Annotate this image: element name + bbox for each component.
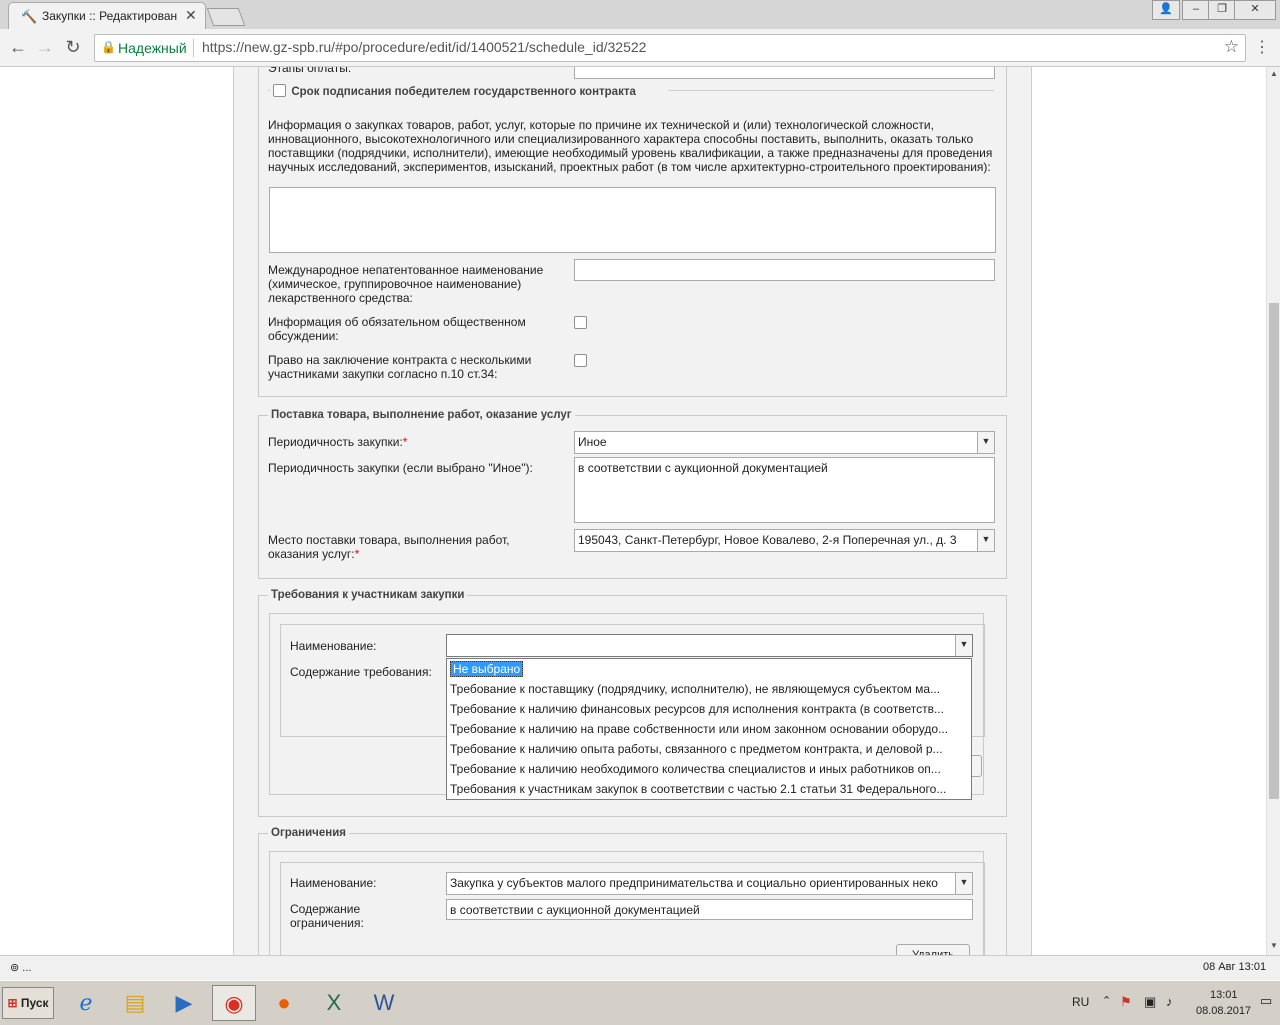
requirement-content-label: Содержание требования: <box>290 665 432 679</box>
periodicity-select[interactable]: Иное ▼ <box>574 431 995 454</box>
contract-signing-checkbox[interactable] <box>273 84 286 97</box>
browser-menu-icon[interactable]: ⋮ <box>1254 37 1270 57</box>
restriction-content-label: Содержание ограничения: <box>290 902 364 930</box>
clock-time[interactable]: 13:01 <box>1210 989 1238 1001</box>
restriction-content-field[interactable]: в соответствии с аукционной документацие… <box>446 899 973 920</box>
address-separator <box>193 39 194 57</box>
dropdown-option[interactable]: Требование к наличию опыта работы, связа… <box>450 741 968 757</box>
tray-expand-icon[interactable]: ⌃ <box>1102 994 1111 1007</box>
periodicity-label-text: Периодичность закупки: <box>268 435 403 449</box>
inn-label: Международное непатентованное наименован… <box>268 263 544 305</box>
multi-participants-checkbox[interactable] <box>574 354 587 367</box>
start-button[interactable]: ⊞ Пуск <box>2 987 54 1019</box>
close-window-icon[interactable]: ✕ <box>1234 0 1276 20</box>
tab-title: Закупки :: Редактирован <box>42 9 178 23</box>
windows-logo-icon: ⊞ <box>7 996 18 1010</box>
requirement-name-label: Наименование: <box>290 639 377 653</box>
chevron-down-icon[interactable]: ▼ <box>955 635 972 656</box>
status-datetime: 08 Авг 13:01 <box>1203 961 1267 973</box>
file-explorer-icon[interactable]: ▤ <box>113 985 157 1021</box>
scrollbar-thumb[interactable] <box>1269 303 1279 799</box>
word-icon[interactable]: W <box>362 985 406 1021</box>
bookmark-star-icon[interactable]: ☆ <box>1224 37 1239 57</box>
network-icon[interactable]: ▣ <box>1144 994 1156 1010</box>
excel-icon[interactable]: X <box>312 985 356 1021</box>
close-tab-icon[interactable]: ✕ <box>185 7 197 24</box>
page-viewport: Этапы оплаты: Срок подписания победителе… <box>0 67 1266 955</box>
periodicity-other-textarea[interactable]: в соответствии с аукционной документацие… <box>574 457 995 523</box>
requirement-name-select[interactable]: ▼ <box>446 634 973 657</box>
taskbar: ⊞ Пуск ℯ ▤ ▶ ◉ ● X W RU ⌃ ⚑ ▣ ♪ 13:01 08… <box>0 980 1280 1025</box>
contract-signing-legend: Срок подписания победителем государствен… <box>270 84 668 98</box>
gavel-icon: 🔨 <box>21 9 38 24</box>
place-select[interactable]: 195043, Санкт-Петербург, Новое Ковалево,… <box>574 529 995 552</box>
restriction-name-select[interactable]: Закупка у субъектов малого предпринимате… <box>446 872 973 895</box>
place-value: 195043, Санкт-Петербург, Новое Ковалево,… <box>578 533 957 547</box>
page-scrollbar[interactable]: ▲ ▼ <box>1266 67 1280 955</box>
lock-icon: 🔒 <box>101 40 116 54</box>
minimize-icon[interactable]: – <box>1182 0 1210 20</box>
clock-date[interactable]: 08.08.2017 <box>1196 1005 1251 1017</box>
browser-toolbar: ← → ↻ 🔒 Надежный https://new.gz-spb.ru/#… <box>0 29 1280 67</box>
required-marker: * <box>354 547 360 561</box>
restriction-name-value: Закупка у субъектов малого предпринимате… <box>450 876 938 890</box>
status-text: ⊚ ... <box>10 962 32 974</box>
internet-explorer-icon[interactable]: ℯ <box>64 985 108 1021</box>
delivery-legend: Поставка товара, выполнение работ, оказа… <box>271 409 572 421</box>
browser-tab[interactable]: 🔨 Закупки :: Редактирован ✕ <box>8 2 206 30</box>
special-info-textarea[interactable] <box>269 187 996 253</box>
system-tray: RU ⌃ ⚑ ▣ ♪ 13:01 08.08.2017 ▭ <box>1072 985 1278 1021</box>
volume-icon[interactable]: ♪ <box>1166 994 1173 1009</box>
restore-icon[interactable]: ❐ <box>1208 0 1236 20</box>
firefox-icon[interactable]: ● <box>262 985 306 1021</box>
dropdown-option[interactable]: Не выбрано <box>450 661 968 677</box>
dropdown-option[interactable]: Требование к наличию на праве собственно… <box>450 721 968 737</box>
restrictions-legend: Ограничения <box>271 827 346 839</box>
inn-field[interactable] <box>574 259 995 281</box>
secure-label: Надежный <box>118 40 187 56</box>
scroll-down-icon[interactable]: ▼ <box>1270 941 1278 950</box>
media-player-icon[interactable]: ▶ <box>162 985 206 1021</box>
periodicity-label: Периодичность закупки:* <box>268 435 407 449</box>
flag-icon[interactable]: ⚑ <box>1120 994 1132 1010</box>
requirement-dropdown-list: Не выбрано Требование к поставщику (подр… <box>446 658 972 800</box>
chevron-down-icon[interactable]: ▼ <box>955 873 972 894</box>
dropdown-option[interactable]: Требования к участникам закупок в соотве… <box>450 781 968 797</box>
place-label: Место поставки товара, выполнения работ,… <box>268 533 558 561</box>
new-tab-button[interactable] <box>206 8 246 26</box>
chevron-down-icon[interactable]: ▼ <box>977 530 994 551</box>
start-label: Пуск <box>20 996 49 1010</box>
reload-icon[interactable]: ↻ <box>63 37 83 57</box>
restriction-delete-button[interactable]: Удалить <box>896 944 970 955</box>
back-icon[interactable]: ← <box>8 37 28 57</box>
special-info-label: Информация о закупках товаров, работ, ус… <box>268 118 993 174</box>
dropdown-option[interactable]: Требование к наличию необходимого количе… <box>450 761 968 777</box>
address-bar[interactable]: 🔒 Надежный https://new.gz-spb.ru/#po/pro… <box>94 34 1246 62</box>
url-text[interactable]: https://new.gz-spb.ru/#po/procedure/edit… <box>202 39 646 55</box>
dropdown-option[interactable]: Требование к наличию финансовых ресурсов… <box>450 701 968 717</box>
browser-tab-bar: 🔨 Закупки :: Редактирован ✕ 👤 – ❐ ✕ <box>0 0 1280 30</box>
restriction-name-label: Наименование: <box>290 876 377 890</box>
periodicity-other-label: Периодичность закупки (если выбрано "Ино… <box>268 461 533 475</box>
required-marker: * <box>402 435 408 449</box>
public-discussion-label: Информация об обязательном общественном … <box>268 315 526 343</box>
dropdown-option[interactable]: Требование к поставщику (подрядчику, исп… <box>450 681 968 697</box>
forward-icon[interactable]: → <box>35 37 55 57</box>
requirements-legend: Требования к участникам закупки <box>271 589 465 601</box>
status-bar: ⊚ ... 08 Авг 13:01 <box>0 955 1280 981</box>
chrome-icon[interactable]: ◉ <box>212 985 256 1021</box>
place-label-text: Место поставки товара, выполнения работ,… <box>268 533 510 561</box>
contract-signing-text: Срок подписания победителем государствен… <box>291 86 636 98</box>
periodicity-value: Иное <box>578 435 607 449</box>
form-content: Этапы оплаты: Срок подписания победителе… <box>233 67 1032 955</box>
profile-icon[interactable]: 👤 <box>1152 0 1180 20</box>
public-discussion-checkbox[interactable] <box>574 316 587 329</box>
multi-participants-label: Право на заключение контракта с нескольк… <box>268 353 532 381</box>
chevron-down-icon[interactable]: ▼ <box>977 432 994 453</box>
show-desktop-icon[interactable]: ▭ <box>1260 993 1272 1009</box>
payment-stages-field[interactable] <box>574 67 995 79</box>
scroll-up-icon[interactable]: ▲ <box>1270 69 1278 78</box>
payment-stages-label: Этапы оплаты: <box>268 67 352 75</box>
language-indicator[interactable]: RU <box>1072 995 1089 1009</box>
